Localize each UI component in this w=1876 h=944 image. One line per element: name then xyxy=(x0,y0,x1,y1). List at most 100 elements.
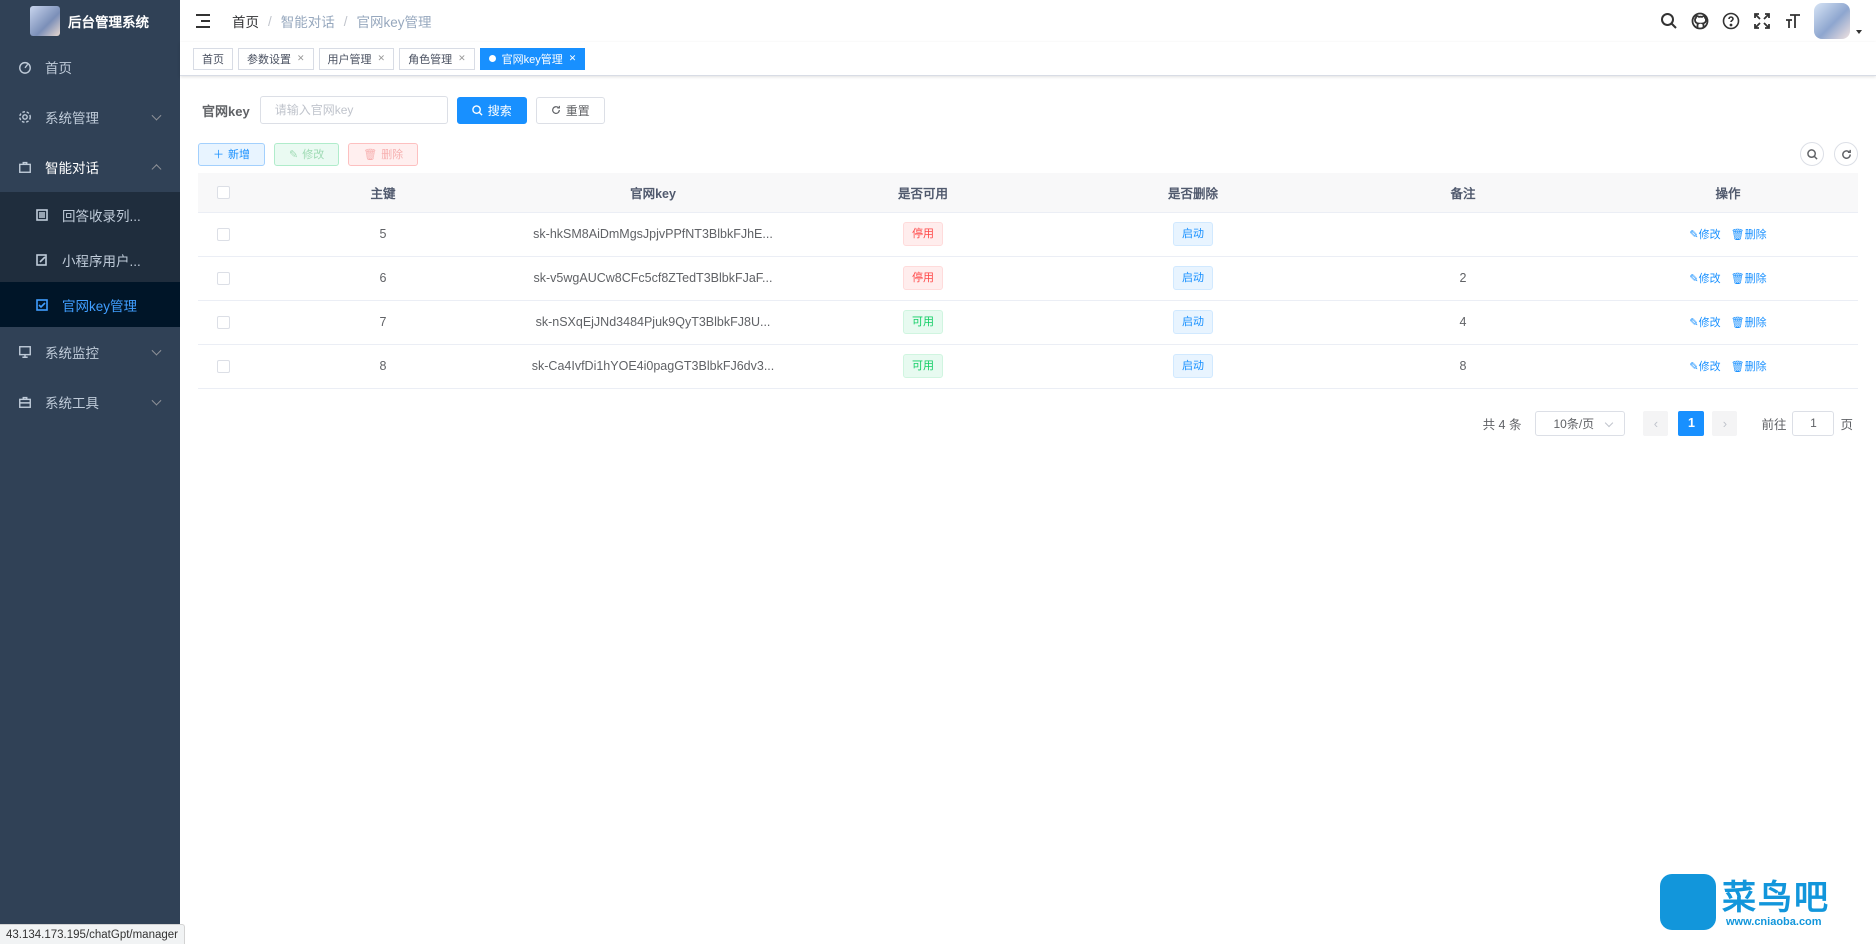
plus-icon: ＋ xyxy=(213,149,224,161)
page-number[interactable]: 1 xyxy=(1678,410,1705,436)
font-size-icon[interactable] xyxy=(1777,0,1808,42)
logo-image xyxy=(30,6,60,36)
search-button[interactable]: 搜索 xyxy=(456,96,527,124)
remark-cell: 2 xyxy=(1459,271,1467,285)
sidebar-item-monitor[interactable]: 系统监控 xyxy=(0,327,180,377)
main: 首页 / 智能对话 / 官网key管理 首页 参数设置 ✕ 用户管理 ✕ 角色管理 ✕… xyxy=(180,0,1876,944)
delete-button[interactable]: 🗑 删除 xyxy=(348,142,419,166)
help-icon[interactable] xyxy=(1715,0,1746,42)
deleted-badge: 启动 xyxy=(1173,310,1213,334)
op-label: 删除 xyxy=(1744,361,1767,373)
goto-page: 前往 页 xyxy=(1761,410,1853,436)
caret-down-icon[interactable] xyxy=(1856,30,1862,34)
app-title: 后台管理系统 xyxy=(68,15,149,30)
sidebar-item-miniapp-users[interactable]: 小程序用户... xyxy=(0,237,180,282)
refresh-button[interactable] xyxy=(1834,142,1858,166)
sidebar-item-home[interactable]: 首页 xyxy=(0,42,180,92)
close-icon[interactable]: ✕ xyxy=(458,53,466,64)
tag-users[interactable]: 用户管理 ✕ xyxy=(318,47,395,70)
next-page-button[interactable]: › xyxy=(1712,410,1738,436)
ops-cell: ✎修改 🗑删除 xyxy=(1598,256,1858,300)
deleted-badge: 启动 xyxy=(1173,222,1213,246)
row-checkbox[interactable] xyxy=(216,316,230,330)
op-label: 修改 xyxy=(1698,361,1721,373)
row-checkbox[interactable] xyxy=(216,228,230,242)
page-size-select[interactable]: 10条/页 xyxy=(1535,410,1626,436)
sidebar-item-tools[interactable]: 系统工具 xyxy=(0,377,180,427)
row-delete-button[interactable]: 🗑删除 xyxy=(1731,358,1767,374)
deleted-badge: 启动 xyxy=(1173,266,1213,290)
search-icon[interactable] xyxy=(1653,0,1684,42)
tag-home[interactable]: 首页 xyxy=(193,47,233,70)
logo[interactable]: 后台管理系统 xyxy=(0,0,180,42)
pagination: 共 4 条 10条/页 ‹ 1 › 前往 页 xyxy=(198,410,1858,436)
fullscreen-icon[interactable] xyxy=(1746,0,1777,42)
select-cell xyxy=(198,212,248,256)
tag-label: 角色管理 xyxy=(408,53,453,66)
id-cell: 5 xyxy=(379,227,387,241)
tag-params[interactable]: 参数设置 ✕ xyxy=(238,47,314,70)
page-size-value: 10条/页 xyxy=(1553,416,1595,431)
row-edit-button[interactable]: ✎修改 xyxy=(1689,226,1720,242)
op-label: 修改 xyxy=(1698,273,1721,285)
sidebar-item-chat[interactable]: 智能对话 xyxy=(0,142,180,192)
select-all-checkbox[interactable] xyxy=(216,186,230,200)
sidebar-item-label: 智能对话 xyxy=(45,161,99,176)
key-search-input[interactable] xyxy=(259,96,448,124)
toggle-search-button[interactable] xyxy=(1800,142,1824,166)
goto-prefix: 前往 xyxy=(1761,417,1787,432)
row-edit-button[interactable]: ✎修改 xyxy=(1689,358,1720,374)
ops-cell: ✎修改 🗑删除 xyxy=(1598,212,1858,256)
col-header: 是否可用 xyxy=(897,186,948,201)
row-edit-button[interactable]: ✎修改 xyxy=(1689,270,1720,286)
sidebar-item-key-manage[interactable]: 官网key管理 xyxy=(0,282,180,327)
deleted-badge: 启动 xyxy=(1173,354,1213,378)
sidebar-item-label: 小程序用户... xyxy=(62,253,141,269)
close-icon[interactable]: ✕ xyxy=(297,53,305,64)
avatar[interactable] xyxy=(1814,3,1850,39)
row-delete-button[interactable]: 🗑删除 xyxy=(1731,226,1767,242)
row-delete-button[interactable]: 🗑删除 xyxy=(1731,314,1767,330)
close-icon[interactable]: ✕ xyxy=(569,53,577,64)
goto-page-input[interactable] xyxy=(1792,410,1835,436)
usable-badge: 可用 xyxy=(903,310,943,334)
key-cell: sk-hkSM8AiDmMgsJpjvPPfNT3BlbkFJhE... xyxy=(533,227,773,241)
breadcrumb-separator: / xyxy=(268,13,272,29)
add-button[interactable]: ＋ 新增 xyxy=(198,142,265,166)
chevron-down-icon xyxy=(151,110,162,121)
close-icon[interactable]: ✕ xyxy=(378,53,386,64)
id-cell: 8 xyxy=(379,359,387,373)
github-icon[interactable] xyxy=(1684,0,1715,42)
op-label: 修改 xyxy=(1698,229,1721,241)
refresh-icon xyxy=(551,105,560,114)
row-delete-button[interactable]: 🗑删除 xyxy=(1731,270,1767,286)
search-icon xyxy=(471,104,483,116)
remark-cell xyxy=(1328,212,1598,256)
reset-button[interactable]: 重置 xyxy=(535,96,605,124)
row-checkbox[interactable] xyxy=(216,272,230,286)
id-cell: 6 xyxy=(379,271,387,285)
edit-doc-icon xyxy=(36,253,47,266)
sidebar-item-system[interactable]: 系统管理 xyxy=(0,92,180,142)
usable-cell: 停用 xyxy=(788,256,1058,300)
select-cell xyxy=(198,300,248,344)
breadcrumb-item[interactable]: 首页 xyxy=(232,11,259,31)
tag-roles[interactable]: 角色管理 ✕ xyxy=(399,47,475,70)
tag-key-manage[interactable]: 官网key管理 ✕ xyxy=(479,47,586,70)
button-label: 新增 xyxy=(228,149,250,161)
keys-table: 主键 官网key 是否可用 是否删除 备注 操作 5 sk-hkSM8AiDmMg… xyxy=(198,173,1858,389)
search-label: 官网key xyxy=(202,103,250,119)
sidebar-item-answer-list[interactable]: 回答收录列... xyxy=(0,192,180,237)
sidebar-item-label: 官网key管理 xyxy=(62,298,138,314)
op-label: 删除 xyxy=(1744,273,1767,285)
navbar: 首页 / 智能对话 / 官网key管理 xyxy=(180,0,1876,42)
edit-button[interactable]: ✎ 修改 xyxy=(274,142,340,166)
row-checkbox[interactable] xyxy=(216,360,230,374)
prev-page-button[interactable]: ‹ xyxy=(1643,410,1669,436)
toolbar-right xyxy=(1800,142,1858,166)
table-header-row: 主键 官网key 是否可用 是否删除 备注 操作 xyxy=(198,173,1858,212)
hamburger-icon[interactable] xyxy=(196,14,212,28)
key-cell: sk-Ca4IvfDi1hYOE4i0pagGT3BlbkFJ6dv3... xyxy=(531,359,775,373)
row-edit-button[interactable]: ✎修改 xyxy=(1689,314,1720,330)
sidebar-item-label: 回答收录列... xyxy=(62,208,141,224)
